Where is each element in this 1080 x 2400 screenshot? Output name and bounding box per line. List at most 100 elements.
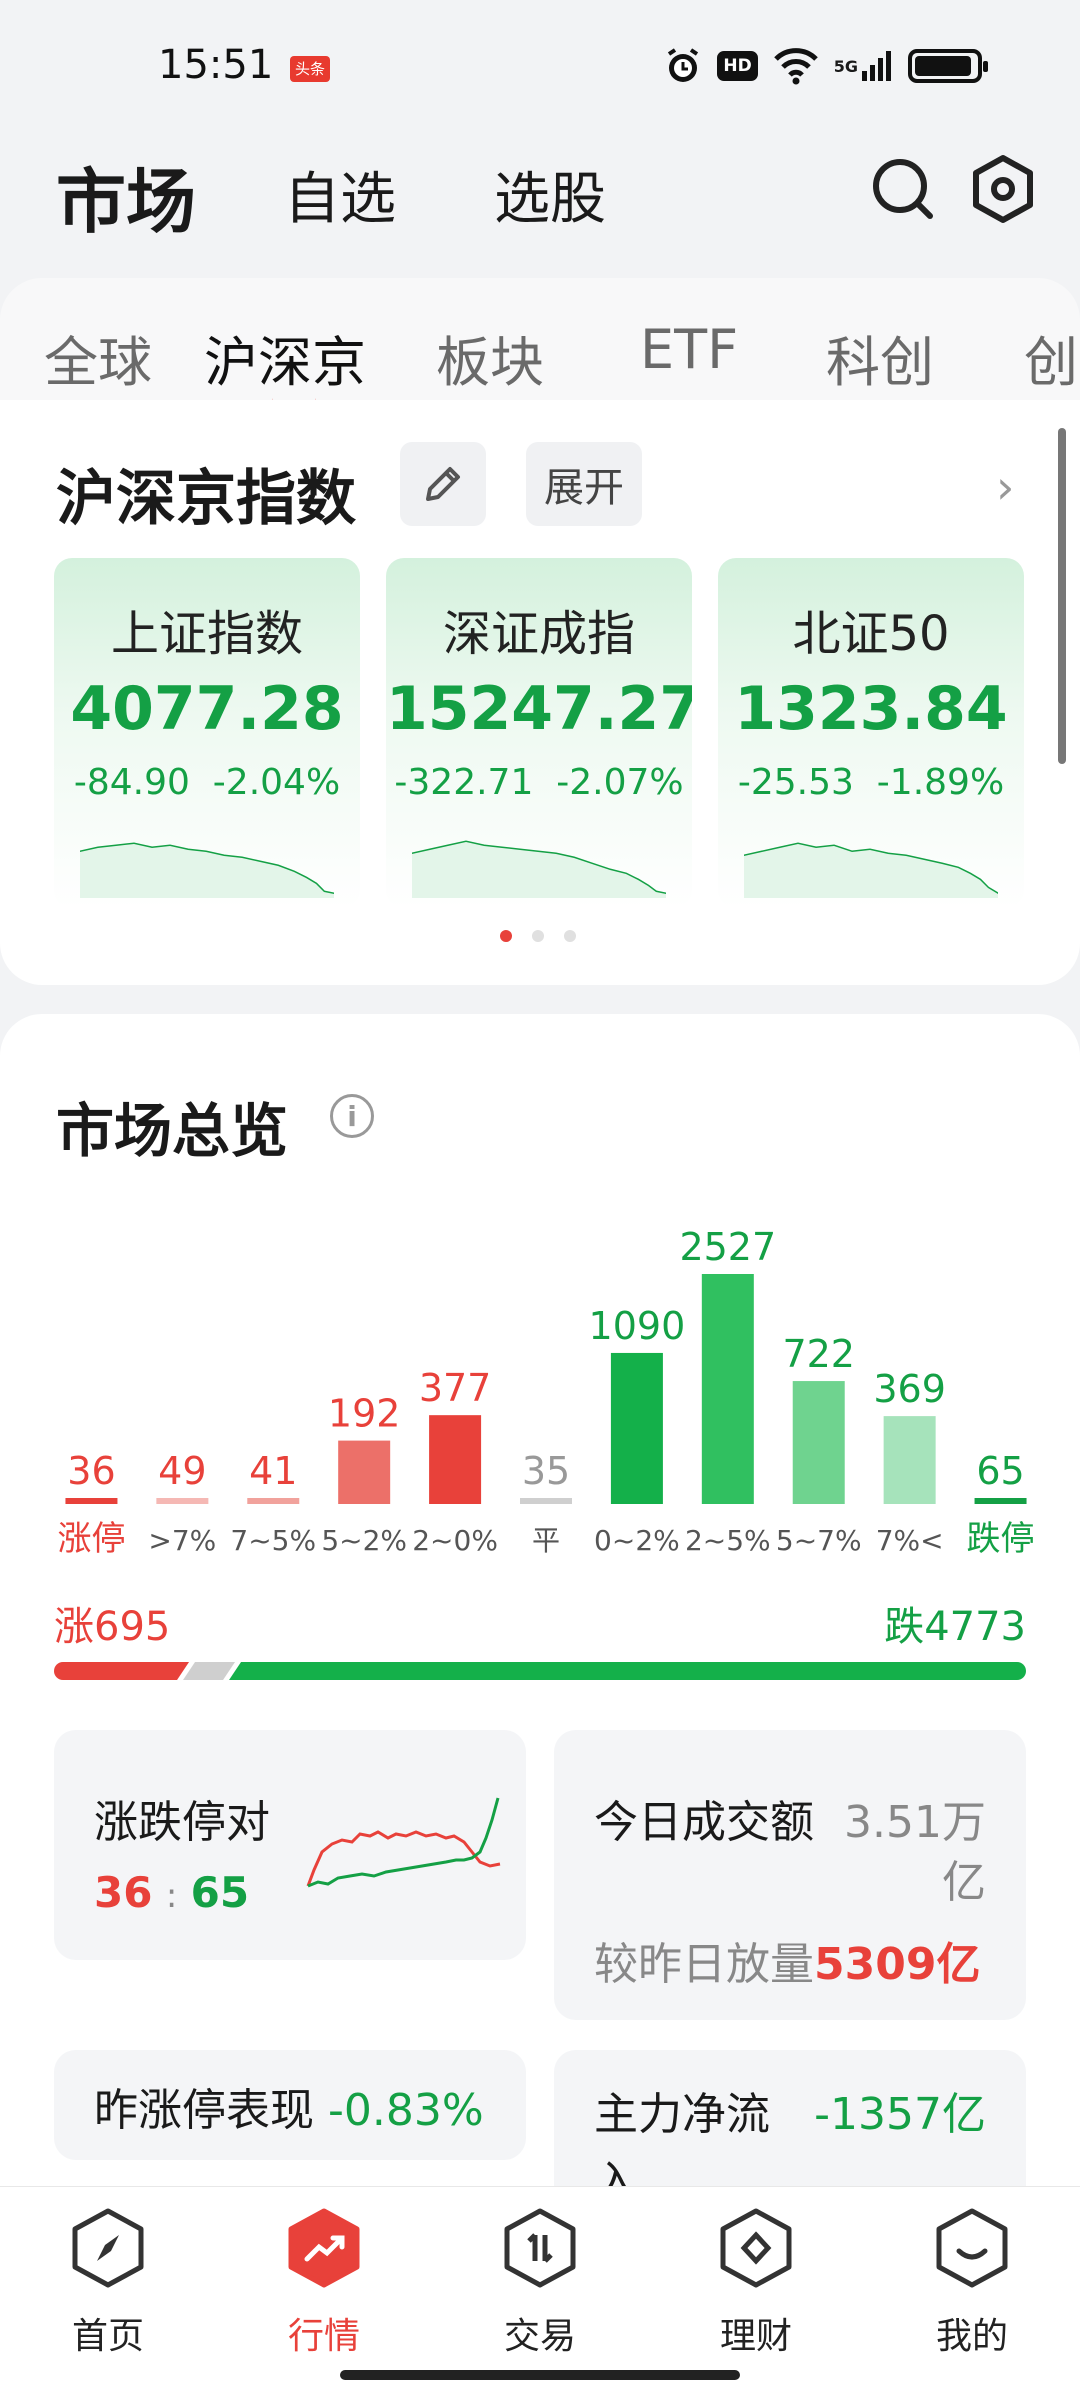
ratio-flat-segment [183, 1662, 236, 1680]
index-change: -322.71 -2.07% [386, 762, 692, 803]
pager-dot[interactable] [532, 930, 544, 942]
index-value: 15247.27 [386, 674, 692, 744]
bar-value-label: 36 [67, 1449, 115, 1493]
bar-category-label: 2~0% [412, 1524, 498, 1557]
bar-value-label: 722 [782, 1332, 855, 1376]
bar-category-label: 7%< [876, 1524, 944, 1557]
status-bar: 15:51 头条 HD 5G [0, 0, 1080, 132]
index-value: 4077.28 [70, 674, 344, 744]
top-header: 市场 自选 选股 [0, 132, 1080, 280]
net-inflow-label: 主力净流 [594, 2089, 770, 2140]
toutiao-badge: 头条 [290, 56, 330, 82]
battery-icon [908, 46, 988, 86]
nav-wealth[interactable]: 理财 [676, 2205, 836, 2359]
bar-10[interactable] [974, 1498, 1027, 1504]
compass-icon [72, 2208, 144, 2288]
index-card-bse50[interactable]: 北证50 1323.84 -25.53 -1.89% [718, 558, 1024, 908]
bottom-navigation: 首页 行情 交易 理财 我的 [0, 2186, 1080, 2400]
status-icons: HD 5G [663, 46, 988, 86]
index-value: 1323.84 [734, 674, 1008, 744]
index-section: 沪深京指数 展开 › 上证指数 4077.28 -84.90 -2.04% 深证… [0, 400, 1080, 985]
bar-category-label: 5~2% [321, 1524, 407, 1557]
index-sparkline [744, 842, 998, 898]
bar-value-label: 369 [873, 1367, 946, 1411]
overview-title: 市场总览 [56, 1097, 289, 1165]
bar-1[interactable] [156, 1498, 209, 1504]
chevron-right-icon[interactable]: › [996, 460, 1014, 514]
nav-market[interactable]: 行情 [244, 2205, 404, 2359]
bar-8[interactable] [792, 1381, 845, 1504]
nav-profile[interactable]: 我的 [892, 2205, 1052, 2359]
limit-pair-sep: : [165, 1876, 178, 1916]
info-icon[interactable]: i [330, 1094, 374, 1138]
turnover-value: 3.51万 [844, 1797, 986, 1848]
subtab-star[interactable]: 科创 [826, 318, 934, 397]
tab-watchlist[interactable]: 自选 [284, 154, 396, 235]
nav-label: 交易 [503, 2316, 576, 2357]
bar-2[interactable] [247, 1498, 300, 1504]
bar-7[interactable] [701, 1274, 754, 1504]
settings-button[interactable] [968, 154, 1038, 224]
ratio-up-segment [54, 1662, 190, 1680]
limit-pair-label: 涨跌停对 [94, 1797, 270, 1848]
turnover-card[interactable]: 今日成交额 3.51万 亿 较昨日放量5309亿 [554, 1730, 1026, 2020]
bar-3[interactable] [338, 1440, 391, 1504]
nav-trade[interactable]: 交易 [460, 2205, 620, 2359]
subtab-etf[interactable]: ETF [640, 318, 738, 381]
bar-0[interactable] [65, 1498, 118, 1504]
bar-4[interactable] [429, 1415, 482, 1504]
index-change-pct: -2.04% [212, 762, 341, 803]
pager-dot[interactable] [564, 930, 576, 942]
limit-pair-values: 36 : 65 [94, 1868, 249, 1917]
yesterday-limit-card[interactable]: 昨涨停表现 -0.83% [54, 2050, 526, 2160]
bar-5[interactable] [520, 1498, 572, 1504]
subtab-chinext[interactable]: 创 [1024, 318, 1078, 397]
nav-home[interactable]: 首页 [28, 2205, 188, 2359]
index-change-abs: -25.53 [737, 762, 854, 803]
index-section-title: 沪深京指数 [56, 464, 356, 534]
carousel-pager [500, 930, 576, 942]
bar-value-label: 35 [522, 1449, 570, 1493]
index-card-szse[interactable]: 深证成指 15247.27 -322.71 -2.07% [386, 558, 692, 908]
scrollbar[interactable] [1058, 428, 1066, 764]
turnover-compare-label: 较昨日放量 [594, 1939, 814, 1990]
turnover-label: 今日成交额 [594, 1797, 814, 1848]
subtab-sectors[interactable]: 板块 [436, 318, 544, 397]
subtab-hushenjing[interactable]: 沪深京 [204, 318, 366, 397]
bar-category-label: 5~7% [776, 1524, 862, 1557]
search-button[interactable] [868, 154, 938, 224]
pager-dot-active[interactable] [500, 930, 512, 942]
nav-label: 我的 [935, 2316, 1008, 2357]
bar-category-label: 7~5% [230, 1524, 316, 1557]
bar-value-label: 377 [419, 1366, 492, 1410]
tab-market[interactable]: 市场 [56, 146, 196, 247]
index-name: 北证50 [792, 606, 950, 662]
bar-value-label: 49 [158, 1449, 206, 1493]
search-icon [873, 159, 933, 219]
home-indicator[interactable] [340, 2370, 740, 2380]
expand-button[interactable]: 展开 [526, 442, 642, 526]
trend-icon [288, 2208, 360, 2288]
index-change-pct: -2.07% [556, 762, 684, 803]
subtab-global[interactable]: 全球 [44, 318, 152, 397]
index-name: 上证指数 [110, 606, 303, 662]
tab-stock-picker[interactable]: 选股 [494, 154, 606, 235]
ratio-down-segment [229, 1662, 1026, 1680]
bar-category-label: 涨停 [57, 1519, 125, 1559]
bar-category-label: 0~2% [594, 1524, 680, 1557]
bar-9[interactable] [883, 1416, 936, 1504]
distribution-chart[interactable]: 36 涨停 49 >7% 41 7~5% 192 5~2% 377 2~0% 35 平 1090 0~2%… [46, 1214, 1046, 1594]
hd-label: HD [717, 51, 758, 81]
yesterday-limit-text: 昨涨停表现 [94, 2085, 314, 2136]
net-inflow-value: -1357亿 [814, 2089, 986, 2140]
limit-trend-chart [306, 1797, 501, 1888]
index-card-sse[interactable]: 上证指数 4077.28 -84.90 -2.04% [54, 558, 360, 908]
status-time: 15:51 [158, 42, 274, 88]
wifi-icon [772, 46, 820, 86]
index-change: -25.53 -1.89% [718, 762, 1024, 803]
nav-label: 理财 [719, 2316, 792, 2357]
edit-button[interactable] [400, 442, 486, 526]
bar-value-label: 192 [328, 1392, 401, 1436]
bar-6[interactable] [610, 1352, 663, 1504]
limit-pair-card[interactable]: 涨跌停对 36 : 65 [54, 1730, 526, 1960]
